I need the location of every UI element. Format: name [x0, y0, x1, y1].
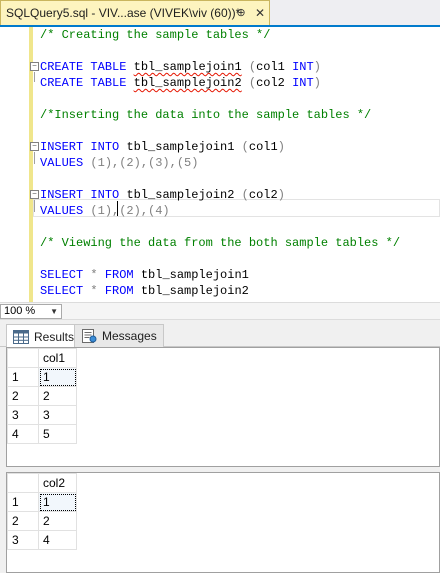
table-row: 3 4: [7, 530, 77, 550]
column-header[interactable]: col2: [38, 473, 77, 493]
zoom-value: 100 %: [4, 305, 36, 317]
fold-guide: [34, 152, 35, 164]
result-grid-1[interactable]: col1 1 1 2 2 3 3 4 5: [6, 347, 440, 467]
code-identifier: col1: [256, 60, 285, 74]
table-cell[interactable]: 2: [38, 511, 77, 531]
code-keyword: VALUES: [40, 156, 84, 170]
tab-messages-label: Messages: [102, 329, 157, 343]
result-table-2: col2 1 1 2 2 3 4: [7, 473, 77, 550]
code-identifier: tbl_samplejoin2: [133, 76, 242, 90]
table-cell[interactable]: 1: [38, 492, 77, 512]
table-row: 1 1: [7, 492, 77, 512]
table-header-row: col1: [7, 348, 77, 368]
code-keyword: TABLE: [90, 60, 127, 74]
code-keyword: INSERT: [40, 188, 84, 202]
code-line-select-2: SELECT * FROM tbl_samplejoin2: [40, 284, 249, 298]
code-identifier: col2: [248, 188, 278, 202]
grid-corner[interactable]: [7, 348, 39, 368]
close-icon[interactable]: ✕: [253, 6, 267, 20]
table-row: 1 1: [7, 367, 77, 387]
code-identifier: tbl_samplejoin1: [126, 140, 235, 154]
document-tab[interactable]: SQLQuery5.sql - VIV...ase (VIVEK\viv (60…: [0, 0, 270, 25]
code-line-values-2: VALUES (1),(2),(4): [40, 203, 170, 219]
code-identifier: tbl_samplejoin1: [140, 268, 249, 282]
document-tab-title: SQLQuery5.sql - VIV...ase (VIVEK\viv (60…: [6, 6, 241, 20]
results-pane: col1 1 1 2 2 3 3 4 5 col2 1 1 2 2 3 4: [0, 347, 440, 573]
grid-corner[interactable]: [7, 473, 39, 493]
query-editor[interactable]: − − − /* Creating the sample tables */ C…: [0, 27, 440, 302]
code-identifier: tbl_samplejoin1: [133, 60, 242, 74]
code-identifier: tbl_samplejoin2: [140, 284, 249, 298]
row-number[interactable]: 4: [7, 424, 39, 444]
code-keyword: INT: [292, 76, 314, 90]
table-row: 4 5: [7, 424, 77, 444]
code-keyword: SELECT: [40, 284, 84, 298]
table-row: 2 2: [7, 386, 77, 406]
text-caret: [117, 201, 118, 216]
code-keyword: TABLE: [90, 76, 127, 90]
chevron-down-icon: ▼: [50, 307, 58, 316]
grid-icon: [13, 329, 29, 344]
row-number[interactable]: 2: [7, 386, 39, 406]
code-line-insert-1: INSERT INTO tbl_samplejoin1 (col1): [40, 140, 285, 154]
tab-messages[interactable]: Messages: [74, 324, 164, 347]
code-keyword: INTO: [90, 188, 120, 202]
collapse-icon[interactable]: −: [30, 62, 39, 71]
code-keyword: INTO: [90, 140, 120, 154]
code-values: (1),(2),(3),(5): [90, 156, 199, 170]
result-grid-2[interactable]: col2 1 1 2 2 3 4: [6, 472, 440, 573]
row-number[interactable]: 1: [7, 367, 39, 387]
row-number[interactable]: 3: [7, 530, 39, 550]
tab-results[interactable]: Results: [6, 324, 82, 348]
table-cell[interactable]: 2: [38, 386, 77, 406]
zoom-select[interactable]: 100 % ▼: [0, 304, 62, 319]
table-header-row: col2: [7, 473, 77, 493]
code-identifier: col1: [248, 140, 278, 154]
table-cell[interactable]: 1: [38, 367, 77, 387]
code-values: (1),(2),(4): [90, 204, 170, 218]
pin-icon[interactable]: ⊕: [234, 6, 248, 20]
code-line-select-1: SELECT * FROM tbl_samplejoin1: [40, 268, 249, 282]
table-cell[interactable]: 5: [38, 424, 77, 444]
code-keyword: CREATE: [40, 76, 84, 90]
table-cell[interactable]: 3: [38, 405, 77, 425]
code-line-values-1: VALUES (1),(2),(3),(5): [40, 155, 198, 171]
code-line-create-table-2: CREATE TABLE tbl_samplejoin2 (col2 INT): [40, 76, 321, 90]
collapse-icon[interactable]: −: [30, 190, 39, 199]
column-header[interactable]: col1: [38, 348, 77, 368]
tab-results-label: Results: [34, 329, 75, 344]
collapse-icon[interactable]: −: [30, 142, 39, 151]
table-row: 2 2: [7, 511, 77, 531]
zoom-bar: 100 % ▼: [0, 302, 440, 320]
code-comment: /* Creating the sample tables */: [40, 28, 271, 42]
code-keyword: CREATE: [40, 60, 84, 74]
messages-icon: [82, 329, 97, 343]
code-keyword: INSERT: [40, 140, 84, 154]
code-keyword: VALUES: [40, 204, 84, 218]
row-number[interactable]: 3: [7, 405, 39, 425]
table-cell[interactable]: 4: [38, 530, 77, 550]
result-tabs: Results Messages: [0, 320, 440, 348]
code-comment: /*Inserting the data into the sample tab…: [40, 108, 372, 122]
code-keyword: FROM: [104, 268, 134, 282]
fold-guide: [34, 72, 35, 82]
code-keyword: INT: [292, 60, 314, 74]
code-comment: /* Viewing the data from the both sample…: [40, 236, 401, 250]
table-row: 3 3: [7, 405, 77, 425]
code-identifier: tbl_samplejoin2: [126, 188, 235, 202]
code-line-create-table-1: CREATE TABLE tbl_samplejoin1 (col1 INT): [40, 60, 321, 74]
code-identifier: col2: [256, 76, 285, 90]
code-line-insert-2: INSERT INTO tbl_samplejoin2 (col2): [40, 188, 285, 202]
result-table-1: col1 1 1 2 2 3 3 4 5: [7, 348, 77, 444]
code-keyword: FROM: [104, 284, 134, 298]
row-number[interactable]: 1: [7, 492, 39, 512]
row-number[interactable]: 2: [7, 511, 39, 531]
document-tab-bar: SQLQuery5.sql - VIV...ase (VIVEK\viv (60…: [0, 0, 440, 27]
code-keyword: SELECT: [40, 268, 84, 282]
